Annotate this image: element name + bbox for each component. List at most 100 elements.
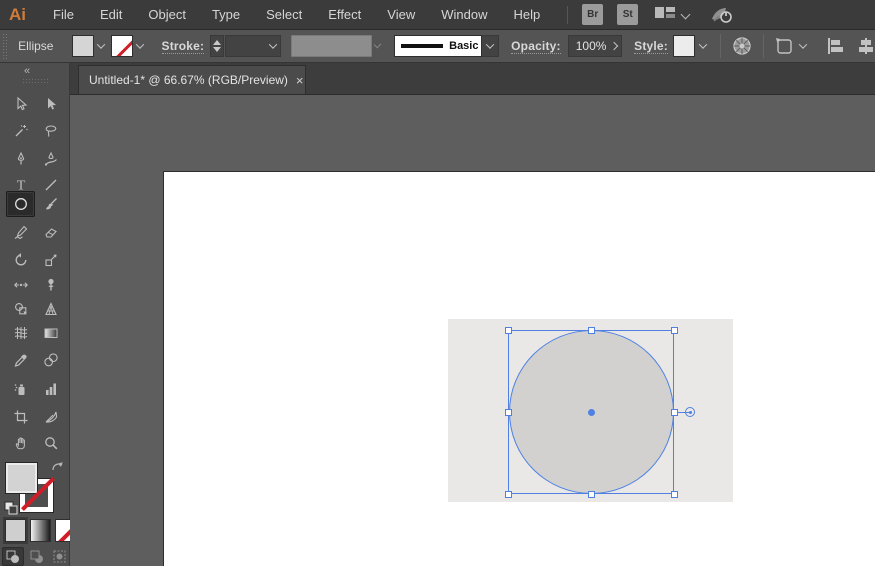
menu-item-edit[interactable]: Edit <box>87 0 135 29</box>
tool-magic-wand[interactable] <box>6 118 35 144</box>
tool-perspective-grid[interactable] <box>36 296 65 322</box>
tool-symbol-sprayer[interactable] <box>6 376 35 402</box>
canvas-area[interactable] <box>70 95 875 566</box>
tool-hand[interactable] <box>6 430 35 456</box>
stroke-color-control[interactable] <box>111 35 148 57</box>
perspective-grid-icon <box>43 301 59 317</box>
draw-inside-button[interactable] <box>49 547 71 566</box>
menu-item-select[interactable]: Select <box>253 0 315 29</box>
graphic-style-control[interactable] <box>673 35 710 57</box>
tool-eraser[interactable] <box>36 219 65 245</box>
brush-definition-combo[interactable]: Basic <box>394 35 499 57</box>
draw-normal-icon <box>6 550 20 564</box>
selection-handle[interactable] <box>671 409 678 416</box>
brush-definition-face[interactable]: Basic <box>394 35 482 57</box>
tool-direct-selection[interactable] <box>36 91 65 117</box>
selection-handle[interactable] <box>671 327 678 334</box>
style-swatch[interactable] <box>673 35 695 57</box>
tool-artboard[interactable] <box>6 404 35 430</box>
draw-normal-button[interactable] <box>2 547 24 566</box>
align-left-icon <box>826 37 844 55</box>
bridge-button[interactable]: Br <box>582 4 603 25</box>
tool-lasso[interactable] <box>36 118 65 144</box>
fill-proxy-swatch[interactable] <box>5 462 38 494</box>
fill-color-control[interactable] <box>72 35 109 57</box>
workspace-switcher-button[interactable] <box>654 5 689 25</box>
tool-shaper[interactable] <box>6 219 35 245</box>
menu-item-help[interactable]: Help <box>500 0 553 29</box>
close-tab-icon[interactable]: × <box>296 73 304 88</box>
gpu-performance-button[interactable] <box>709 5 737 25</box>
tool-scale[interactable] <box>36 247 65 273</box>
swap-fill-stroke-icon[interactable] <box>51 460 65 479</box>
draw-behind-button[interactable] <box>26 547 48 566</box>
stroke-weight-combo[interactable] <box>225 35 282 57</box>
document-tab[interactable]: Untitled-1* @ 66.67% (RGB/Preview) × <box>78 65 306 94</box>
style-label[interactable]: Style: <box>634 39 668 54</box>
menu-item-effect[interactable]: Effect <box>315 0 374 29</box>
chevron-down-icon <box>799 40 807 48</box>
tool-selection[interactable] <box>6 91 35 117</box>
stroke-weight-label[interactable]: Stroke: <box>162 39 205 54</box>
tool-eyedropper[interactable] <box>6 347 35 373</box>
menu-item-type[interactable]: Type <box>199 0 253 29</box>
menu-item-view[interactable]: View <box>374 0 428 29</box>
pie-widget-handle[interactable] <box>685 407 695 417</box>
tool-pen[interactable] <box>6 146 35 172</box>
gradient-mode-button[interactable] <box>30 519 51 542</box>
default-fill-stroke-icon[interactable] <box>4 501 19 521</box>
tool-paintbrush[interactable] <box>36 191 65 217</box>
tool-mesh[interactable] <box>6 320 35 346</box>
tool-shape-builder[interactable] <box>6 296 35 322</box>
stepper-up-icon[interactable] <box>213 40 221 45</box>
selection-handle[interactable] <box>505 327 512 334</box>
collapse-panel-button[interactable]: « <box>24 65 28 77</box>
selection-handle[interactable] <box>588 491 595 498</box>
align-center-icon <box>857 37 875 55</box>
tools-panel-grip[interactable] <box>22 78 48 83</box>
shape-builder-icon <box>13 301 29 317</box>
color-mode-button[interactable] <box>5 519 26 542</box>
opacity-value[interactable]: 100% <box>569 39 607 53</box>
draw-behind-icon <box>30 550 44 564</box>
selection-handle[interactable] <box>671 491 678 498</box>
shape-options-button[interactable] <box>774 35 806 57</box>
stroke-swatch-none[interactable] <box>111 35 133 57</box>
chevron-down-icon[interactable] <box>695 35 710 57</box>
menu-item-object[interactable]: Object <box>135 0 199 29</box>
chevron-down-icon[interactable] <box>94 35 109 57</box>
align-center-button[interactable] <box>857 37 875 55</box>
tool-width[interactable] <box>6 272 35 298</box>
opacity-label[interactable]: Opacity: <box>511 39 561 54</box>
chevron-down-icon[interactable] <box>482 35 499 57</box>
tool-rotate[interactable] <box>6 247 35 273</box>
chevron-right-icon[interactable] <box>607 43 621 49</box>
chevron-down-icon <box>681 10 691 20</box>
stroke-weight-stepper[interactable] <box>210 35 223 57</box>
fill-swatch[interactable] <box>72 35 94 57</box>
opacity-field[interactable]: 100% <box>568 35 622 57</box>
recolor-artwork-icon <box>731 35 753 57</box>
tool-zoom[interactable] <box>36 430 65 456</box>
menu-item-file[interactable]: File <box>40 0 87 29</box>
selection-handle[interactable] <box>505 409 512 416</box>
stock-button[interactable]: St <box>617 4 638 25</box>
tool-curvature[interactable] <box>36 146 65 172</box>
gradient-icon <box>43 325 59 341</box>
tool-column-graph[interactable] <box>36 376 65 402</box>
controlbar-divider <box>720 34 721 58</box>
selection-center-point[interactable] <box>588 409 595 416</box>
recolor-artwork-button[interactable] <box>731 35 753 57</box>
tool-slice[interactable] <box>36 404 65 430</box>
tool-puppet-warp[interactable] <box>36 272 65 298</box>
stepper-down-icon[interactable] <box>213 47 221 52</box>
chevron-down-icon[interactable] <box>133 35 148 57</box>
selection-handle[interactable] <box>588 327 595 334</box>
align-left-button[interactable] <box>826 37 844 55</box>
panel-grip[interactable] <box>2 33 8 59</box>
tool-ellipse[interactable] <box>6 191 35 217</box>
selection-handle[interactable] <box>505 491 512 498</box>
tool-gradient[interactable] <box>36 320 65 346</box>
menu-item-window[interactable]: Window <box>428 0 500 29</box>
tool-blend[interactable] <box>36 347 65 373</box>
